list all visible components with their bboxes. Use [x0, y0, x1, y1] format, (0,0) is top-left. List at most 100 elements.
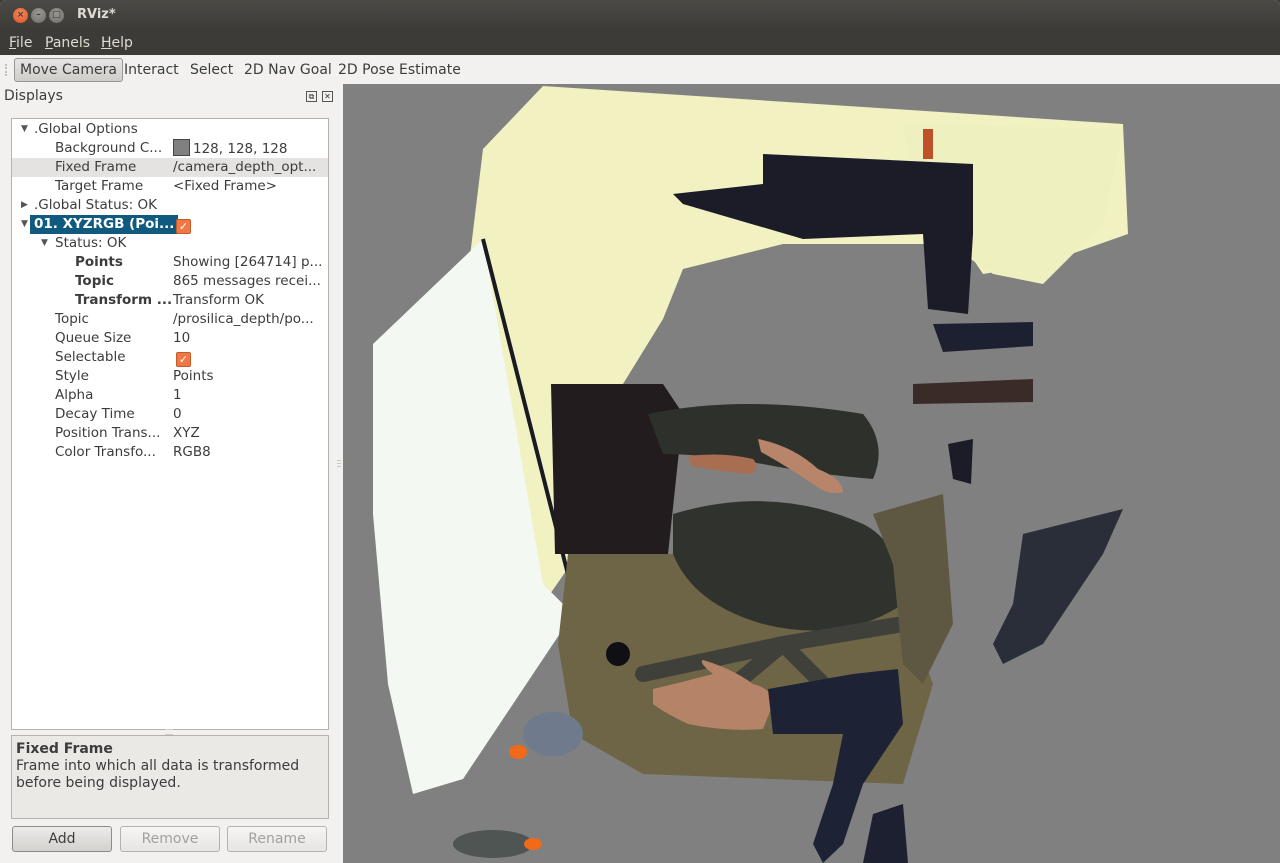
- menu-help[interactable]: Help: [101, 35, 133, 51]
- tree-row-fixed-frame[interactable]: Fixed Frame /camera_depth_opt...: [12, 158, 328, 177]
- tree-row-color-transformer[interactable]: Color Transfo... RGB8: [12, 443, 328, 462]
- tool-2d-nav-goal[interactable]: 2D Nav Goal: [239, 60, 337, 81]
- queue-size-value[interactable]: 10: [173, 329, 190, 348]
- dark-object-right-3: [993, 509, 1123, 664]
- float-panel-button[interactable]: ⧉: [306, 91, 317, 102]
- position-transformer-value[interactable]: XYZ: [173, 424, 200, 443]
- tree-label: Color Transfo...: [55, 444, 156, 460]
- tree-row-topic[interactable]: Topic /prosilica_depth/po...: [12, 310, 328, 329]
- tree-label: Points: [75, 254, 123, 270]
- menu-panels-label: anels: [52, 35, 91, 51]
- dark-fragment-bottom: [863, 804, 908, 863]
- tree-label: Topic: [75, 273, 114, 289]
- help-title: Fixed Frame: [16, 741, 113, 757]
- minimize-window-button[interactable]: –: [31, 8, 46, 23]
- tree-label: Fixed Frame: [55, 159, 137, 175]
- tree-row-alpha[interactable]: Alpha 1: [12, 386, 328, 405]
- remove-display-button[interactable]: Remove: [120, 826, 220, 852]
- close-panel-button[interactable]: ✕: [322, 91, 333, 102]
- topic-status-value: 865 messages recei...: [173, 273, 321, 289]
- tree-label: Background C...: [55, 140, 163, 156]
- tree-row-status[interactable]: ▼ Status: OK: [12, 234, 328, 253]
- tool-select[interactable]: Select: [185, 60, 238, 81]
- tree-row-global-options[interactable]: ▼ .Global Options: [12, 120, 328, 139]
- tree-label: Transform ...: [75, 292, 173, 308]
- tree-label: Topic: [55, 311, 89, 327]
- tree-row-decay-time[interactable]: Decay Time 0: [12, 405, 328, 424]
- collapse-arrow-icon[interactable]: ▶: [21, 196, 28, 215]
- tree-row-position-transformer[interactable]: Position Trans... XYZ: [12, 424, 328, 443]
- fixed-frame-value[interactable]: /camera_depth_opt...: [173, 158, 316, 177]
- expand-arrow-icon[interactable]: ▼: [21, 120, 28, 139]
- displays-tree: ▼ .Global Options Background C... 128, 1…: [11, 118, 329, 730]
- points-status-value: Showing [264714] p...: [173, 254, 323, 270]
- close-icon: ✕: [324, 92, 331, 101]
- maximize-icon: □: [52, 10, 61, 20]
- chair-wheel: [606, 642, 630, 666]
- orange-light-2: [524, 838, 542, 850]
- help-description: Frame into which all data is transformed…: [16, 758, 300, 791]
- tree-label: Status: OK: [55, 235, 127, 251]
- tree-label: Decay Time: [55, 406, 135, 422]
- tree-row-status-points[interactable]: Points Showing [264714] p...: [12, 253, 328, 272]
- add-display-button[interactable]: Add: [12, 826, 112, 852]
- panel-splitter-handle[interactable]: [337, 460, 341, 476]
- rviz-window: × – □ RViz* File Panels Help Move Camera…: [0, 0, 1280, 863]
- menu-panels[interactable]: Panels: [45, 35, 90, 51]
- displays-panel: Displays ⧉ ✕ ▼ .Global Options Backgroun…: [0, 84, 340, 863]
- tree-row-xyzrgb-display[interactable]: ▼ 01. XYZRGB (Poi... ✓: [12, 215, 328, 234]
- dark-object-right-2: [913, 379, 1033, 404]
- tree-label: 01. XYZRGB (Poi...: [30, 215, 179, 234]
- tool-interact[interactable]: Interact: [119, 60, 184, 81]
- expand-arrow-icon[interactable]: ▼: [41, 234, 48, 253]
- toolbar-grip-handle[interactable]: [5, 64, 11, 76]
- tool-2d-pose-estimate[interactable]: 2D Pose Estimate: [333, 60, 466, 81]
- target-frame-value[interactable]: <Fixed Frame>: [173, 177, 277, 196]
- property-help-box: Fixed Frame Frame into which all data is…: [11, 735, 329, 819]
- tree-label: .Global Status: OK: [34, 197, 157, 213]
- tree-value[interactable]: 128, 128, 128: [173, 139, 287, 159]
- menu-help-label: elp: [111, 35, 133, 51]
- minimize-icon: –: [36, 10, 41, 20]
- decay-time-value[interactable]: 0: [173, 405, 182, 424]
- background-color-value: 128, 128, 128: [193, 141, 288, 157]
- close-window-button[interactable]: ×: [13, 8, 28, 23]
- tree-label: Position Trans...: [55, 425, 161, 441]
- menu-file-label: ile: [16, 35, 33, 51]
- tree-row-style[interactable]: Style Points: [12, 367, 328, 386]
- transform-status-value: Transform OK: [173, 292, 264, 308]
- topic-value[interactable]: /prosilica_depth/po...: [173, 310, 314, 329]
- dark-cabinet: [551, 384, 683, 554]
- tree-label: Queue Size: [55, 330, 132, 346]
- alpha-value[interactable]: 1: [173, 386, 182, 405]
- wall-orange-object: [923, 129, 933, 159]
- tree-row-status-topic[interactable]: Topic 865 messages recei...: [12, 272, 328, 291]
- tree-row-selectable[interactable]: Selectable ✓: [12, 348, 328, 367]
- dark-object-mid: [948, 439, 973, 484]
- floor-object-bottom: [453, 830, 533, 858]
- tree-label: Style: [55, 368, 89, 384]
- selectable-checkbox[interactable]: ✓: [176, 348, 191, 367]
- tool-move-camera[interactable]: Move Camera: [14, 58, 123, 82]
- tree-row-status-transform[interactable]: Transform ... Transform OK: [12, 291, 328, 310]
- 3d-view[interactable]: [343, 84, 1280, 863]
- menu-panels-mnemonic: P: [45, 35, 53, 51]
- display-enabled-checkbox[interactable]: ✓: [176, 215, 191, 234]
- tree-label: Alpha: [55, 387, 94, 403]
- tool-bar: Move Camera Interact Select 2D Nav Goal …: [0, 55, 1280, 84]
- tree-row-target-frame[interactable]: Target Frame <Fixed Frame>: [12, 177, 328, 196]
- maximize-window-button[interactable]: □: [49, 8, 64, 23]
- style-value[interactable]: Points: [173, 367, 214, 386]
- rename-display-button[interactable]: Rename: [227, 826, 327, 852]
- tree-row-background-color[interactable]: Background C... 128, 128, 128: [12, 139, 328, 158]
- float-icon: ⧉: [308, 92, 315, 101]
- color-transformer-value[interactable]: RGB8: [173, 443, 211, 462]
- tree-row-queue-size[interactable]: Queue Size 10: [12, 329, 328, 348]
- menu-bar: File Panels Help: [0, 31, 1280, 55]
- displays-panel-title: Displays: [4, 88, 63, 104]
- tree-row-global-status[interactable]: ▶ .Global Status: OK: [12, 196, 328, 215]
- expand-arrow-icon[interactable]: ▼: [21, 215, 28, 234]
- menu-file[interactable]: File: [9, 35, 32, 51]
- tree-label: Target Frame: [55, 178, 144, 194]
- color-swatch: [173, 139, 190, 156]
